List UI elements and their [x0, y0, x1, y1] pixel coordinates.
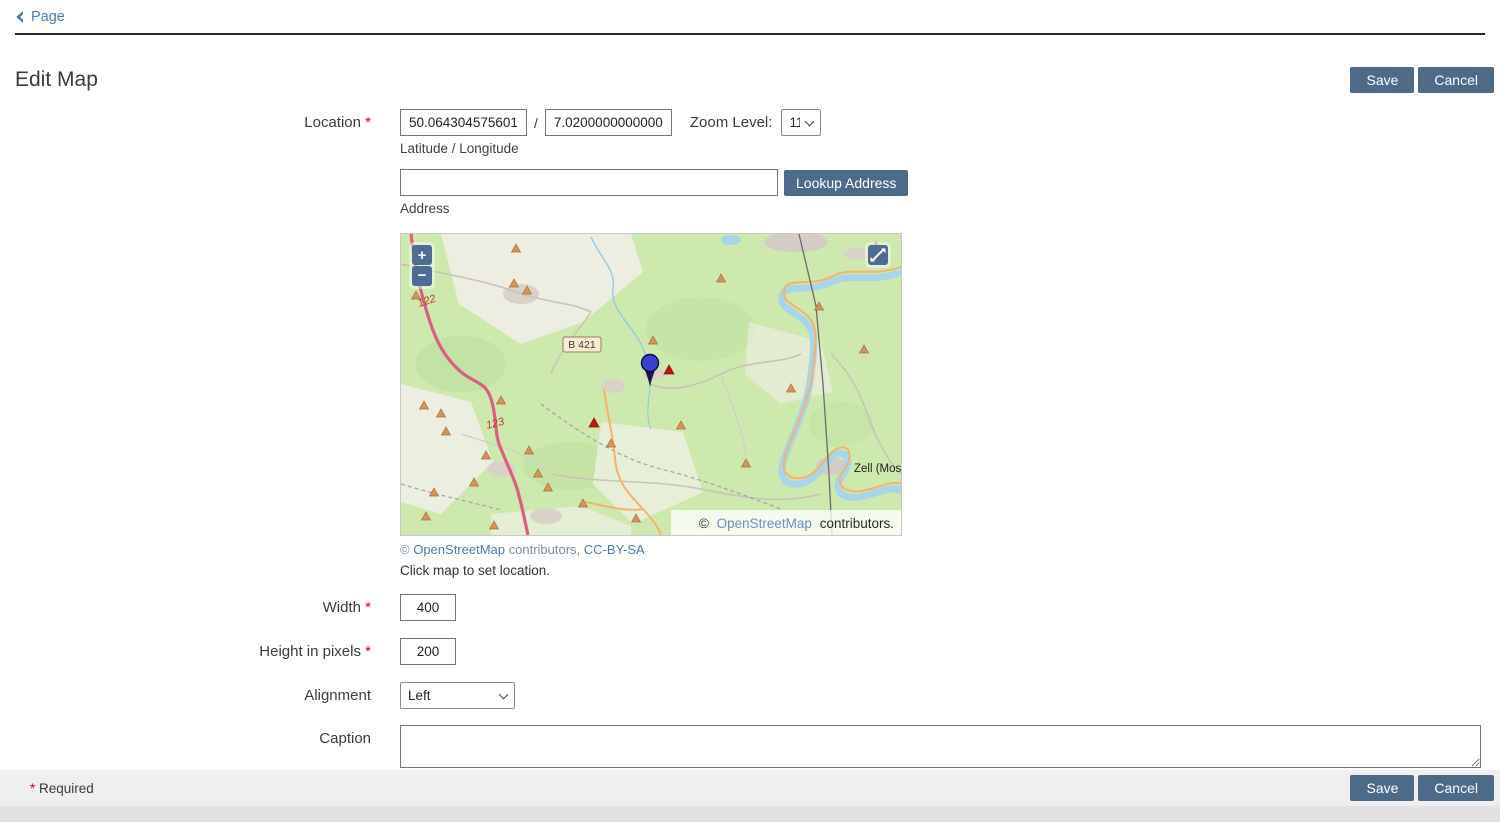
attribution-copyright: © — [699, 516, 709, 531]
height-label: Height in pixels * — [15, 638, 400, 665]
longitude-input[interactable] — [545, 109, 672, 136]
required-note: * Required — [30, 781, 94, 796]
svg-text:−: − — [418, 267, 427, 284]
alignment-row: Alignment Left — [15, 682, 1500, 709]
back-link-label: Page — [31, 9, 65, 25]
sub-attrib-copyright: © — [400, 542, 410, 557]
zoom-in-button[interactable]: + — [412, 245, 432, 265]
width-label-text: Width — [323, 599, 361, 616]
caption-label-text: Caption — [319, 730, 371, 747]
latitude-input[interactable] — [400, 109, 527, 136]
width-label: Width * — [15, 594, 400, 621]
required-note-text: Required — [39, 781, 94, 796]
save-button[interactable]: Save — [1350, 67, 1414, 93]
zoom-level-label: Zoom Level: — [690, 114, 773, 131]
map-click-hint: Click map to set location. — [400, 563, 1500, 578]
caption-label: Caption — [15, 725, 400, 752]
osm-footer-link[interactable]: OpenStreetMap — [413, 542, 505, 557]
zoom-level-select-wrap: 11 — [781, 109, 821, 136]
address-input[interactable] — [400, 169, 778, 196]
page-bottom-strip — [0, 806, 1500, 822]
map-zoom-controls: + − — [409, 242, 435, 289]
lat-lon-help: Latitude / Longitude — [400, 141, 1500, 156]
caption-row: Caption — [15, 725, 1500, 773]
svg-text:B 421: B 421 — [568, 339, 596, 351]
footer-bar: * Required Save Cancel — [0, 770, 1500, 806]
footer-save-button[interactable]: Save — [1350, 775, 1414, 801]
location-label-text: Location — [304, 114, 361, 131]
location-label: Location * — [15, 109, 400, 136]
map-attribution-overlay: © OpenStreetMap contributors. — [671, 510, 901, 535]
back-to-page-link[interactable]: Page — [15, 9, 65, 25]
width-input[interactable] — [400, 594, 456, 621]
osm-link[interactable]: OpenStreetMap — [717, 516, 812, 531]
map-canvas: 122 123 B 421 Zell (Mos — [401, 234, 901, 535]
height-label-text: Height in pixels — [259, 643, 361, 660]
svg-text:+: + — [418, 247, 427, 264]
map-expand-button[interactable] — [865, 242, 891, 268]
alignment-label: Alignment — [15, 682, 400, 709]
chevron-left-icon — [15, 11, 24, 23]
cancel-button[interactable]: Cancel — [1418, 67, 1494, 93]
caption-textarea[interactable] — [400, 725, 1481, 768]
cc-by-sa-link[interactable]: CC-BY-SA — [584, 542, 645, 557]
height-input[interactable] — [400, 638, 456, 665]
lat-lon-separator: / — [534, 115, 538, 131]
header: Edit Map Save Cancel — [0, 67, 1500, 93]
map-block: 122 123 B 421 Zell (Mos — [400, 233, 1500, 578]
page-title: Edit Map — [15, 68, 98, 92]
location-row: Location * / Zoom Level: 11 Latitude / L… — [15, 109, 1500, 578]
footer-cancel-button[interactable]: Cancel — [1418, 775, 1494, 801]
topbar: Page — [0, 0, 1500, 33]
map-preview[interactable]: 122 123 B 421 Zell (Mos — [400, 233, 902, 536]
alignment-label-text: Alignment — [304, 687, 371, 704]
address-help: Address — [400, 201, 1500, 216]
required-asterisk: * — [365, 114, 371, 131]
map-sub-attribution: © OpenStreetMap contributors, CC-BY-SA — [400, 542, 1500, 557]
zoom-out-button[interactable]: − — [412, 266, 432, 286]
edit-map-dialog: Page Edit Map Save Cancel Location * / Z… — [0, 0, 1500, 822]
edit-map-form: Location * / Zoom Level: 11 Latitude / L… — [0, 109, 1500, 773]
place-label-zell: Zell (Mos — [854, 463, 901, 475]
attribution-suffix: contributors. — [820, 516, 894, 531]
required-asterisk: * — [365, 643, 371, 660]
width-row: Width * — [15, 594, 1500, 621]
alignment-select-wrap: Left — [400, 682, 515, 709]
required-asterisk: * — [365, 599, 371, 616]
svg-text:© OpenStreet: © OpenStreetMap contributors. — [699, 516, 894, 531]
height-row: Height in pixels * — [15, 638, 1500, 665]
alignment-select[interactable]: Left — [400, 682, 515, 709]
sub-attrib-middle: contributors, — [509, 542, 581, 557]
road-badge-b421: B 421 — [563, 337, 601, 352]
zoom-level-select[interactable]: 11 — [781, 109, 821, 136]
lookup-address-button[interactable]: Lookup Address — [784, 170, 908, 196]
topbar-divider — [15, 33, 1485, 35]
required-asterisk: * — [30, 781, 35, 796]
